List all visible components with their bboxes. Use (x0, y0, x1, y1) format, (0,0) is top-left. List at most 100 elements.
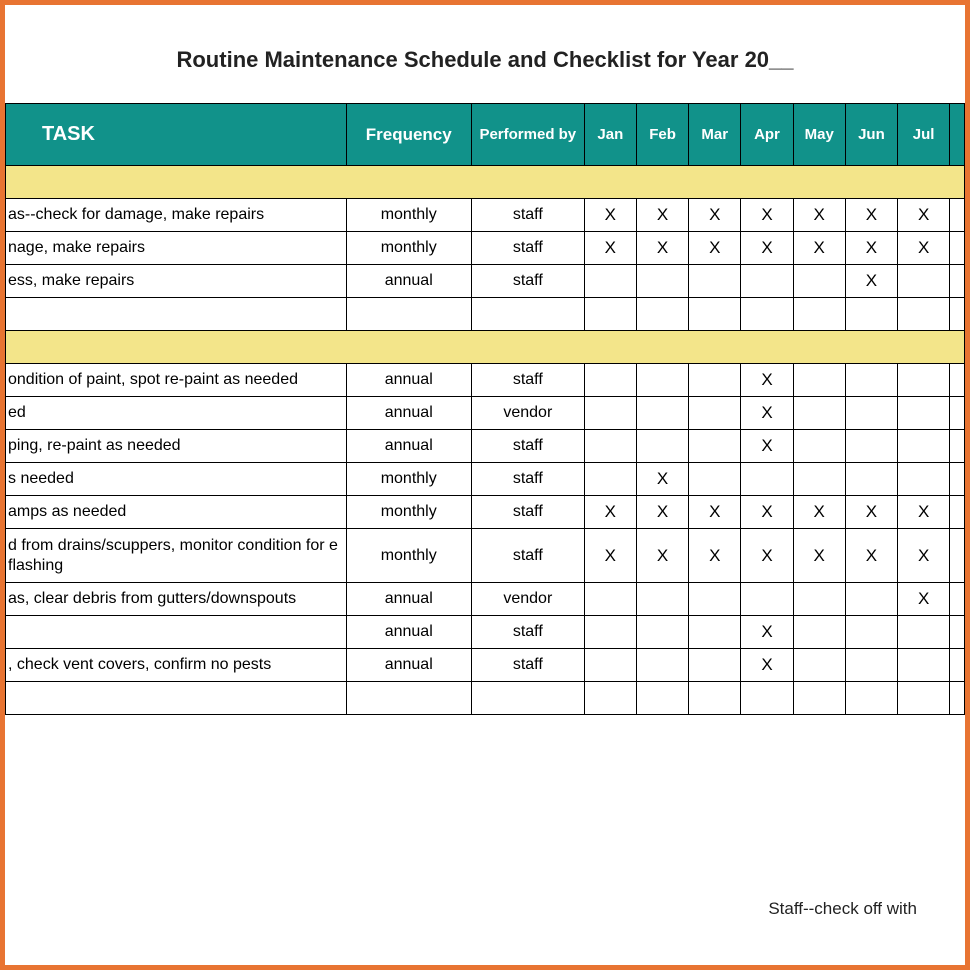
col-frequency: Frequency (346, 104, 471, 166)
month-cell: X (584, 529, 636, 583)
month-cell: X (845, 265, 897, 298)
month-cell (845, 364, 897, 397)
month-cell: X (898, 232, 950, 265)
performed-by-cell: vendor (471, 397, 584, 430)
month-cell-edge (950, 232, 965, 265)
month-cell-edge (950, 364, 965, 397)
table-body: as--check for damage, make repairsmonthl… (6, 166, 965, 715)
month-cell (584, 265, 636, 298)
col-mar: Mar (689, 104, 741, 166)
month-cell (689, 430, 741, 463)
frequency-cell: annual (346, 397, 471, 430)
month-cell (741, 583, 793, 616)
table-row (6, 166, 965, 199)
table-row: ess, make repairsannualstaffX (6, 265, 965, 298)
month-cell-edge (950, 199, 965, 232)
month-cell (741, 265, 793, 298)
task-cell: ed (6, 397, 347, 430)
frequency-cell: monthly (346, 232, 471, 265)
month-cell (689, 364, 741, 397)
month-cell (793, 364, 845, 397)
month-cell: X (898, 199, 950, 232)
task-cell: as, clear debris from gutters/downspouts (6, 583, 347, 616)
section-band (6, 166, 965, 199)
task-cell (6, 616, 347, 649)
month-cell (689, 616, 741, 649)
month-cell-edge (950, 265, 965, 298)
frequency-cell: annual (346, 265, 471, 298)
empty-cell (793, 682, 845, 715)
frequency-cell: monthly (346, 529, 471, 583)
empty-cell (471, 298, 584, 331)
month-cell: X (689, 232, 741, 265)
month-cell (636, 649, 688, 682)
month-cell-edge (950, 583, 965, 616)
performed-by-cell: staff (471, 265, 584, 298)
month-cell: X (689, 529, 741, 583)
empty-cell (950, 298, 965, 331)
empty-cell (793, 298, 845, 331)
table-row: amps as neededmonthlystaffXXXXXXX (6, 496, 965, 529)
month-cell: X (741, 430, 793, 463)
month-cell: X (898, 583, 950, 616)
month-cell (636, 616, 688, 649)
page-title: Routine Maintenance Schedule and Checkli… (5, 47, 965, 73)
table-row: ondition of paint, spot re-paint as need… (6, 364, 965, 397)
month-cell (845, 463, 897, 496)
performed-by-cell: staff (471, 616, 584, 649)
frequency-cell: annual (346, 616, 471, 649)
performed-by-cell: staff (471, 529, 584, 583)
col-apr: Apr (741, 104, 793, 166)
month-cell (636, 265, 688, 298)
table-row: d from drains/scuppers, monitor conditio… (6, 529, 965, 583)
table-row: ping, re-paint as neededannualstaffX (6, 430, 965, 463)
month-cell: X (584, 496, 636, 529)
page-frame: Routine Maintenance Schedule and Checkli… (0, 0, 970, 970)
empty-cell (898, 682, 950, 715)
empty-cell (741, 298, 793, 331)
month-cell (793, 397, 845, 430)
month-cell-edge (950, 616, 965, 649)
performed-by-cell: vendor (471, 583, 584, 616)
empty-cell (845, 682, 897, 715)
month-cell (898, 364, 950, 397)
month-cell: X (741, 616, 793, 649)
table-row: s neededmonthlystaffX (6, 463, 965, 496)
month-cell: X (741, 232, 793, 265)
empty-cell (584, 298, 636, 331)
month-cell-edge (950, 496, 965, 529)
month-cell (793, 265, 845, 298)
month-cell: X (845, 529, 897, 583)
month-cell (584, 463, 636, 496)
month-cell: X (845, 496, 897, 529)
performed-by-cell: staff (471, 463, 584, 496)
col-jul: Jul (898, 104, 950, 166)
table-row: as, clear debris from gutters/downspouts… (6, 583, 965, 616)
month-cell: X (793, 232, 845, 265)
table-row: , check vent covers, confirm no pestsann… (6, 649, 965, 682)
month-cell (845, 430, 897, 463)
col-jun: Jun (845, 104, 897, 166)
month-cell (898, 265, 950, 298)
month-cell (584, 649, 636, 682)
month-cell (793, 463, 845, 496)
month-cell: X (584, 232, 636, 265)
month-cell (584, 397, 636, 430)
frequency-cell: annual (346, 649, 471, 682)
month-cell (636, 397, 688, 430)
empty-cell (6, 682, 347, 715)
month-cell (584, 430, 636, 463)
header-row: TASK Frequency Performed by Jan Feb Mar … (6, 104, 965, 166)
performed-by-cell: staff (471, 649, 584, 682)
month-cell (898, 616, 950, 649)
month-cell-edge (950, 430, 965, 463)
month-cell: X (845, 199, 897, 232)
month-cell (793, 430, 845, 463)
empty-cell (346, 298, 471, 331)
frequency-cell: monthly (346, 496, 471, 529)
col-may: May (793, 104, 845, 166)
month-cell (845, 616, 897, 649)
month-cell: X (741, 364, 793, 397)
month-cell (898, 397, 950, 430)
task-cell: ping, re-paint as needed (6, 430, 347, 463)
